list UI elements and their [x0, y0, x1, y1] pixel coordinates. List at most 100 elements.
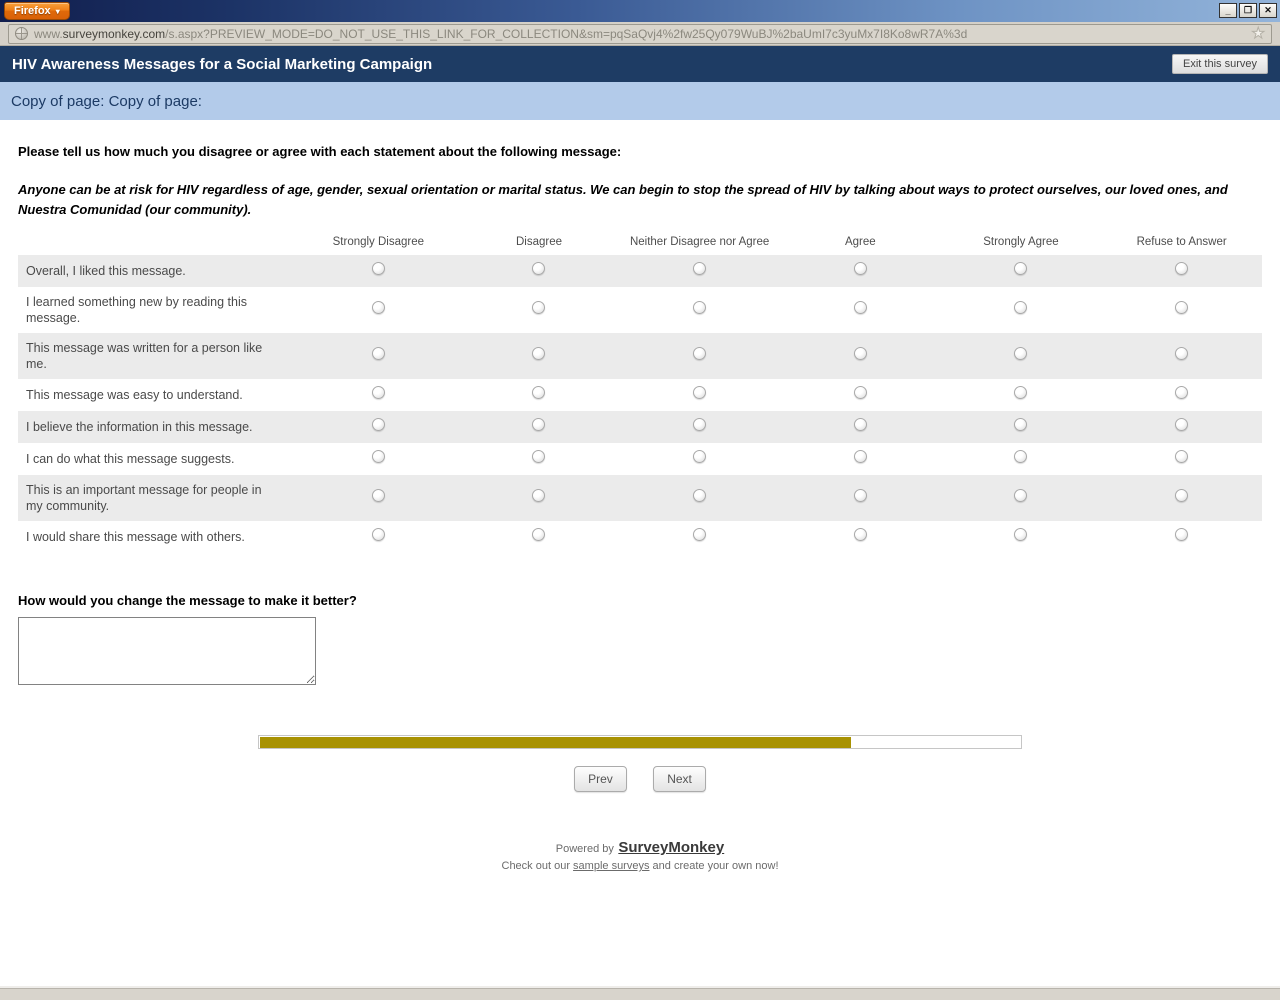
address-bar[interactable]: www.surveymonkey.com/s.aspx?PREVIEW_MODE… — [8, 23, 1272, 44]
matrix-header-row: Strongly Disagree Disagree Neither Disagre… — [18, 236, 1262, 255]
matrix-cell — [619, 379, 780, 411]
matrix-cell — [941, 443, 1102, 475]
radio-button[interactable] — [853, 528, 867, 541]
radio-button[interactable] — [693, 262, 707, 275]
radio-button[interactable] — [1014, 347, 1028, 360]
radio-button[interactable] — [1175, 347, 1189, 360]
firefox-menu-button[interactable]: Firefox ▾ — [4, 2, 70, 20]
matrix-row: Overall, I liked this message. — [18, 255, 1262, 287]
radio-button[interactable] — [1175, 450, 1189, 463]
radio-button[interactable] — [693, 418, 707, 431]
matrix-cell — [298, 521, 459, 553]
matrix-cell — [940, 333, 1102, 379]
comment-textarea[interactable] — [18, 617, 316, 685]
radio-button[interactable] — [1175, 489, 1189, 502]
survey-header: HIV Awareness Messages for a Social Mark… — [0, 46, 1280, 82]
matrix-cell — [780, 379, 941, 411]
radio-button[interactable] — [1014, 262, 1028, 275]
matrix-row: I can do what this message suggests. — [18, 443, 1262, 475]
radio-button[interactable] — [853, 347, 867, 360]
radio-button[interactable] — [1014, 386, 1028, 399]
matrix-header-spacer — [18, 236, 298, 255]
matrix-cell — [1101, 287, 1262, 333]
bookmark-star-icon[interactable]: ★ — [1251, 26, 1265, 42]
radio-button[interactable] — [371, 418, 385, 431]
radio-button[interactable] — [1175, 262, 1189, 275]
radio-button[interactable] — [532, 262, 546, 275]
sample-surveys-link[interactable]: sample surveys — [573, 860, 649, 872]
radio-button[interactable] — [1014, 528, 1028, 541]
radio-button[interactable] — [693, 386, 707, 399]
matrix-row: This message was easy to understand. — [18, 379, 1262, 411]
matrix-cell — [619, 411, 780, 443]
matrix-cell — [1101, 379, 1262, 411]
radio-button[interactable] — [853, 301, 867, 314]
radio-button[interactable] — [371, 301, 385, 314]
radio-button[interactable] — [693, 489, 707, 502]
radio-button[interactable] — [532, 450, 546, 463]
radio-button[interactable] — [693, 528, 707, 541]
matrix-cell — [780, 521, 941, 553]
radio-button[interactable] — [1014, 418, 1028, 431]
footer-line2-prefix: Check out our — [501, 860, 570, 872]
radio-button[interactable] — [853, 418, 867, 431]
radio-button[interactable] — [371, 489, 385, 502]
radio-button[interactable] — [693, 301, 707, 314]
radio-button[interactable] — [371, 450, 385, 463]
radio-button[interactable] — [371, 528, 385, 541]
matrix-row: This is an important message for people … — [18, 475, 1262, 521]
radio-button[interactable] — [532, 528, 546, 541]
rating-matrix: Strongly Disagree Disagree Neither Disagre… — [18, 236, 1262, 553]
matrix-row: I would share this message with others. — [18, 521, 1262, 553]
radio-button[interactable] — [371, 347, 385, 360]
minimize-button[interactable]: _ — [1219, 3, 1237, 18]
matrix-row: I believe the information in this messag… — [18, 411, 1262, 443]
radio-button[interactable] — [853, 386, 867, 399]
radio-button[interactable] — [1014, 301, 1028, 314]
matrix-cell — [941, 287, 1102, 333]
matrix-cell — [619, 287, 780, 333]
radio-button[interactable] — [371, 386, 385, 399]
matrix-column-header: Disagree — [515, 236, 562, 248]
prev-button[interactable]: Prev — [574, 766, 627, 792]
radio-button[interactable] — [1014, 450, 1028, 463]
matrix-cell — [1101, 443, 1262, 475]
survey-content: Please tell us how much you disagree or … — [0, 144, 1280, 872]
radio-button[interactable] — [1175, 528, 1189, 541]
restore-button[interactable]: ❐ — [1239, 3, 1257, 18]
surveymonkey-link[interactable]: SurveyMonkey — [618, 839, 724, 856]
matrix-column-header: Refuse to Answer — [1136, 236, 1227, 248]
exit-survey-button[interactable]: Exit this survey — [1172, 54, 1268, 74]
matrix-cell — [940, 255, 1102, 287]
firefox-menu-label: Firefox — [14, 5, 51, 17]
radio-button[interactable] — [1175, 386, 1189, 399]
radio-button[interactable] — [1014, 489, 1028, 502]
radio-button[interactable] — [371, 262, 385, 275]
progress-bar — [258, 735, 1022, 749]
close-button[interactable]: ✕ — [1259, 3, 1277, 18]
url-domain: surveymonkey.com — [62, 26, 166, 41]
footer-line2-suffix: and create your own now! — [652, 860, 779, 872]
matrix-cell — [458, 411, 620, 443]
radio-button[interactable] — [693, 450, 707, 463]
matrix-cell — [459, 379, 620, 411]
radio-button[interactable] — [1175, 301, 1189, 314]
radio-button[interactable] — [853, 489, 867, 502]
radio-button[interactable] — [853, 262, 867, 275]
powered-by-text: Powered by — [555, 843, 614, 855]
next-button[interactable]: Next — [653, 766, 706, 792]
matrix-cell — [1101, 521, 1262, 553]
footer-line2: Check out our sample surveys and create … — [18, 860, 1262, 872]
radio-button[interactable] — [532, 418, 546, 431]
radio-button[interactable] — [532, 347, 546, 360]
matrix-column-header: Agree — [844, 236, 876, 248]
matrix-row-label: Overall, I liked this message. — [18, 255, 298, 287]
matrix-cell — [459, 287, 620, 333]
radio-button[interactable] — [853, 450, 867, 463]
matrix-cell — [779, 333, 941, 379]
radio-button[interactable] — [693, 347, 707, 360]
radio-button[interactable] — [532, 489, 546, 502]
radio-button[interactable] — [532, 301, 546, 314]
radio-button[interactable] — [1175, 418, 1189, 431]
radio-button[interactable] — [532, 386, 546, 399]
